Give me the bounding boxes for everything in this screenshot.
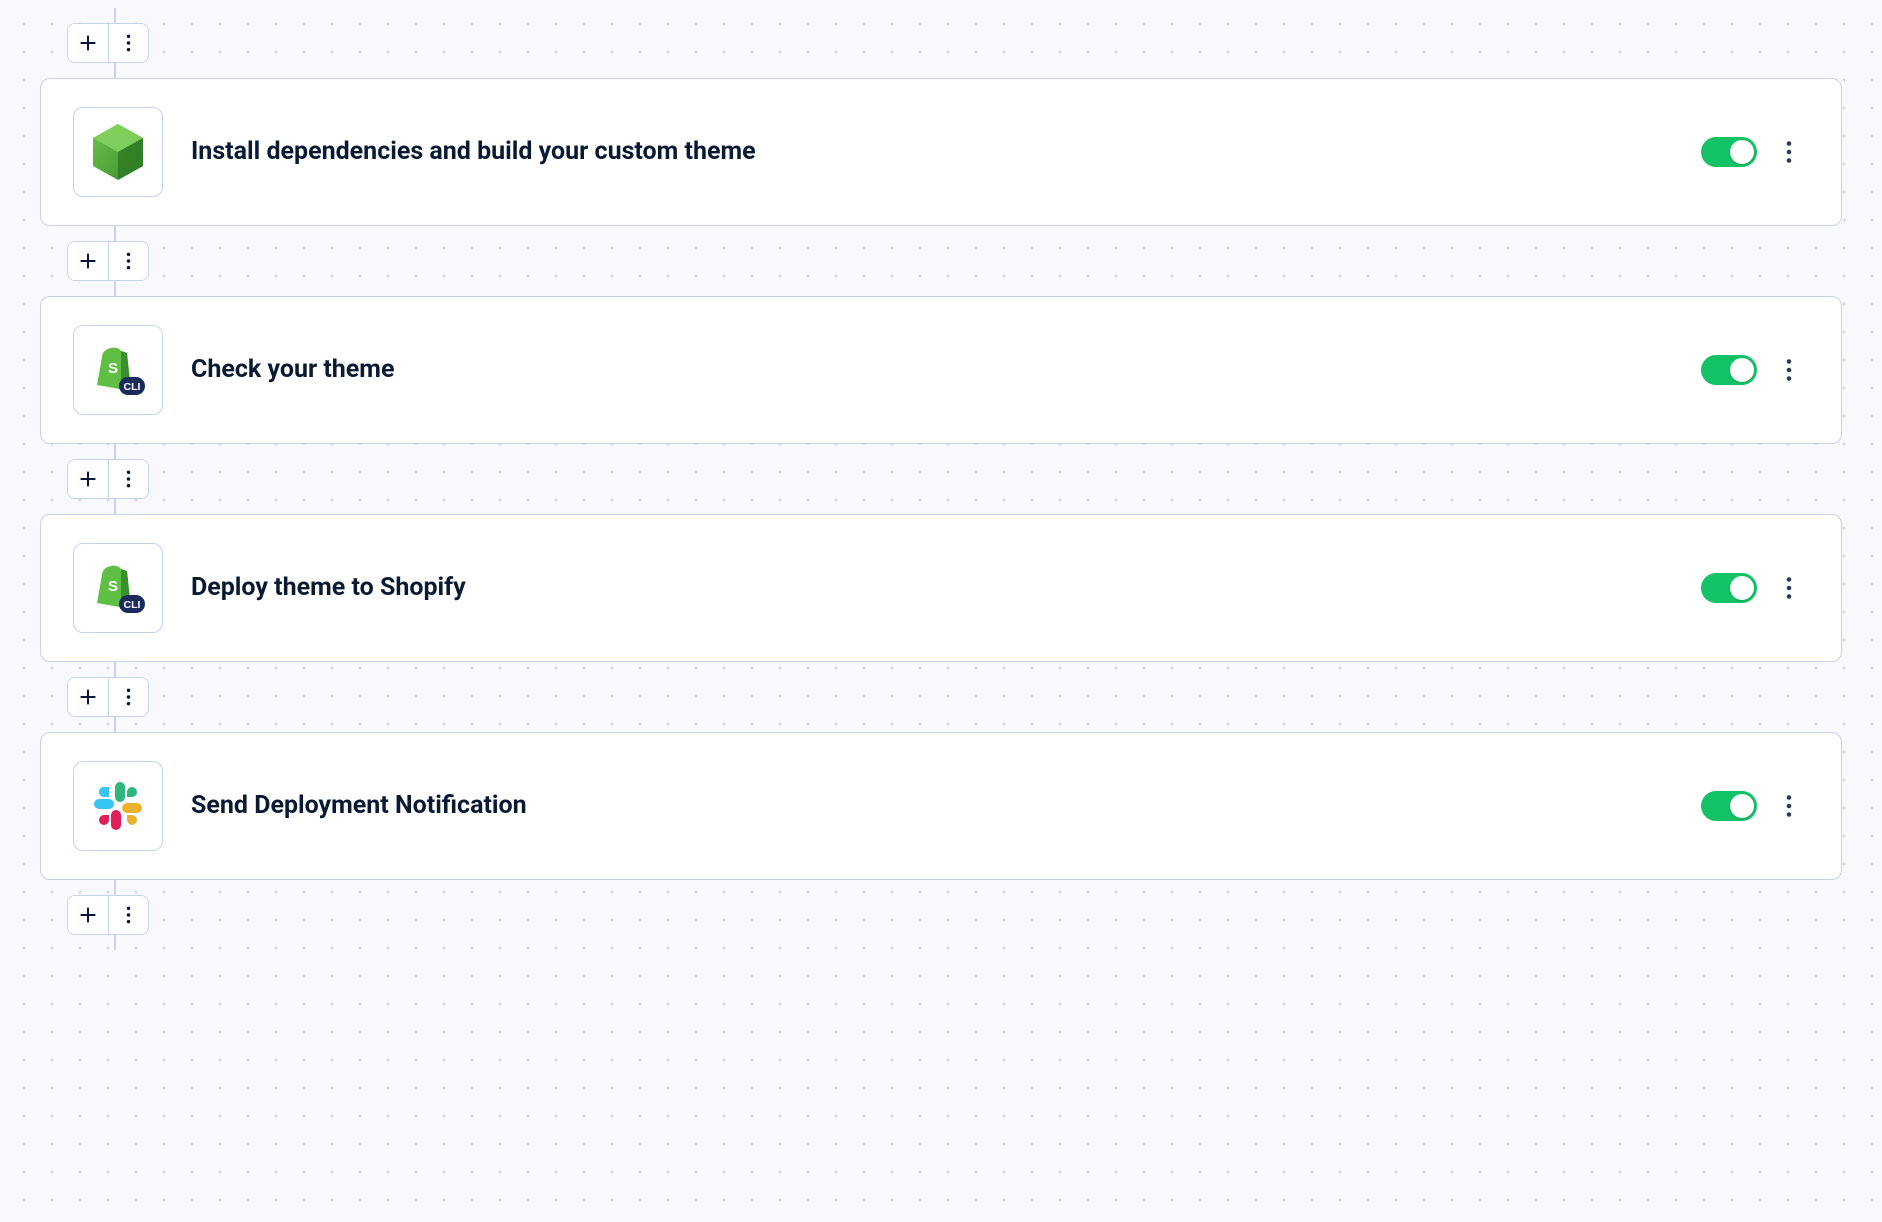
- connector-menu-button[interactable]: [108, 460, 148, 498]
- step-menu-button[interactable]: [1777, 571, 1801, 605]
- more-vertical-icon: [126, 469, 131, 489]
- step-title: Deploy theme to Shopify: [191, 572, 1673, 605]
- plus-icon: [78, 251, 98, 271]
- step-enabled-toggle[interactable]: [1701, 137, 1757, 167]
- connector-button-group: [67, 459, 149, 499]
- plus-icon: [78, 905, 98, 925]
- more-vertical-icon: [1786, 358, 1792, 382]
- connector-menu-button[interactable]: [108, 24, 148, 62]
- connector-button-group: [67, 895, 149, 935]
- svg-text:S: S: [108, 360, 118, 377]
- step-enabled-toggle[interactable]: [1701, 355, 1757, 385]
- connector-menu-button[interactable]: [108, 896, 148, 934]
- step-icon-container: [73, 761, 163, 851]
- svg-text:CLI: CLI: [124, 381, 141, 393]
- step-menu-button[interactable]: [1777, 789, 1801, 823]
- add-step-button[interactable]: [68, 460, 108, 498]
- svg-text:S: S: [108, 578, 118, 595]
- more-vertical-icon: [1786, 794, 1792, 818]
- add-step-button[interactable]: [68, 896, 108, 934]
- step-actions: [1701, 571, 1801, 605]
- pipeline-flow: Install dependencies and build your cust…: [40, 8, 1842, 950]
- step-enabled-toggle[interactable]: [1701, 791, 1757, 821]
- step-menu-button[interactable]: [1777, 135, 1801, 169]
- connector-button-group: [67, 677, 149, 717]
- step-actions: [1701, 789, 1801, 823]
- step-title: Check your theme: [191, 354, 1673, 387]
- step-icon-container: S CLI: [73, 543, 163, 633]
- shopify-cli-icon: S CLI: [89, 559, 147, 617]
- connector-button-group: [67, 241, 149, 281]
- connector-row: [40, 662, 1842, 732]
- shopify-cli-icon: S CLI: [89, 341, 147, 399]
- connector-menu-button[interactable]: [108, 678, 148, 716]
- connector-menu-button[interactable]: [108, 242, 148, 280]
- more-vertical-icon: [126, 687, 131, 707]
- pipeline-step[interactable]: Send Deployment Notification: [40, 732, 1842, 880]
- pipeline-step[interactable]: S CLI Check your theme: [40, 296, 1842, 444]
- plus-icon: [78, 469, 98, 489]
- connector-row: [40, 226, 1842, 296]
- connector-row: [40, 880, 1842, 950]
- svg-text:CLI: CLI: [124, 599, 141, 611]
- step-actions: [1701, 353, 1801, 387]
- more-vertical-icon: [1786, 140, 1792, 164]
- step-title: Send Deployment Notification: [191, 790, 1673, 823]
- more-vertical-icon: [126, 33, 131, 53]
- pipeline-step[interactable]: S CLI Deploy theme to Shopify: [40, 514, 1842, 662]
- connector-button-group: [67, 23, 149, 63]
- pipeline-canvas[interactable]: Install dependencies and build your cust…: [0, 0, 1882, 1222]
- connector-row: [40, 8, 1842, 78]
- step-actions: [1701, 135, 1801, 169]
- node-icon: [91, 122, 145, 182]
- slack-icon: [91, 779, 145, 833]
- add-step-button[interactable]: [68, 24, 108, 62]
- plus-icon: [78, 33, 98, 53]
- more-vertical-icon: [126, 251, 131, 271]
- more-vertical-icon: [126, 905, 131, 925]
- connector-row: [40, 444, 1842, 514]
- plus-icon: [78, 687, 98, 707]
- add-step-button[interactable]: [68, 242, 108, 280]
- add-step-button[interactable]: [68, 678, 108, 716]
- step-title: Install dependencies and build your cust…: [191, 136, 1673, 169]
- step-icon-container: S CLI: [73, 325, 163, 415]
- step-menu-button[interactable]: [1777, 353, 1801, 387]
- pipeline-step[interactable]: Install dependencies and build your cust…: [40, 78, 1842, 226]
- more-vertical-icon: [1786, 576, 1792, 600]
- step-enabled-toggle[interactable]: [1701, 573, 1757, 603]
- step-icon-container: [73, 107, 163, 197]
